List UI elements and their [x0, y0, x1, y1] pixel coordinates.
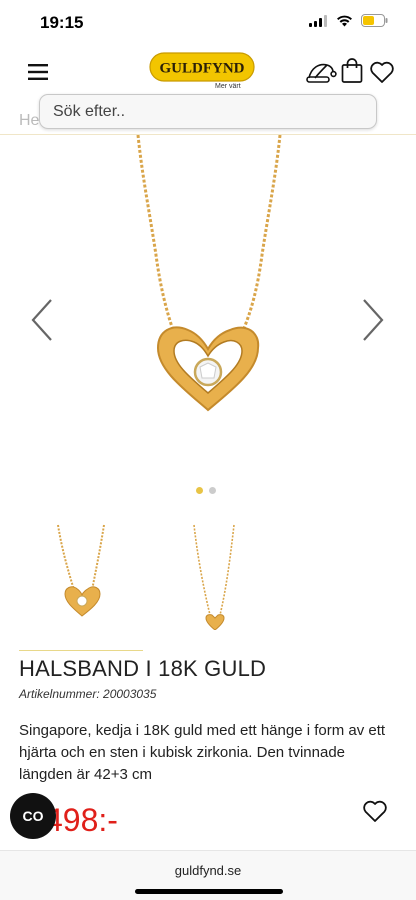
shopping-bag-icon[interactable] [341, 58, 363, 84]
gallery-dot[interactable] [209, 487, 216, 494]
product-main-image[interactable] [70, 134, 346, 435]
signal-icon [309, 14, 327, 27]
add-to-favorites-heart-icon[interactable] [362, 800, 388, 823]
home-indicator [135, 889, 283, 894]
wifi-icon [337, 15, 352, 26]
title-accent-rule [19, 650, 143, 651]
product-price: 498:- [45, 802, 118, 838]
hamburger-menu-icon[interactable] [28, 64, 48, 80]
article-number: Artikelnummer: 20003035 [19, 687, 157, 701]
browser-domain[interactable]: guldfynd.se [0, 863, 416, 878]
gallery-pagination [196, 487, 216, 494]
guldfynd-logo[interactable]: GULDFYND [149, 52, 255, 82]
browser-address-bar[interactable]: guldfynd.se [0, 850, 416, 900]
wishlist-heart-icon[interactable] [369, 61, 395, 84]
product-thumbnail-2[interactable] [160, 520, 270, 631]
gallery-next-arrow-icon[interactable] [361, 298, 385, 342]
gallery-prev-arrow-icon[interactable] [30, 298, 54, 342]
status-time: 19:15 [40, 13, 84, 32]
gallery-dot-active[interactable] [196, 487, 203, 494]
santa-hat-icon[interactable] [305, 60, 337, 84]
status-bar: 19:15 [0, 0, 416, 46]
svg-text:GULDFYND: GULDFYND [160, 61, 245, 77]
chat-logo-icon: CO [23, 808, 44, 824]
status-icons [309, 14, 388, 27]
product-title: HALSBAND I 18K GULD [19, 656, 267, 681]
search-input[interactable] [40, 95, 376, 128]
battery-icon [361, 14, 388, 27]
chat-button[interactable]: CO [10, 793, 56, 839]
logo-tagline: Mer värt [215, 83, 241, 90]
product-thumbnail-1[interactable] [30, 520, 140, 630]
product-description: Singapore, kedja i 18K guld med ett häng… [19, 722, 386, 783]
search-box[interactable] [39, 94, 377, 129]
svg-text:CO: CO [23, 808, 44, 824]
